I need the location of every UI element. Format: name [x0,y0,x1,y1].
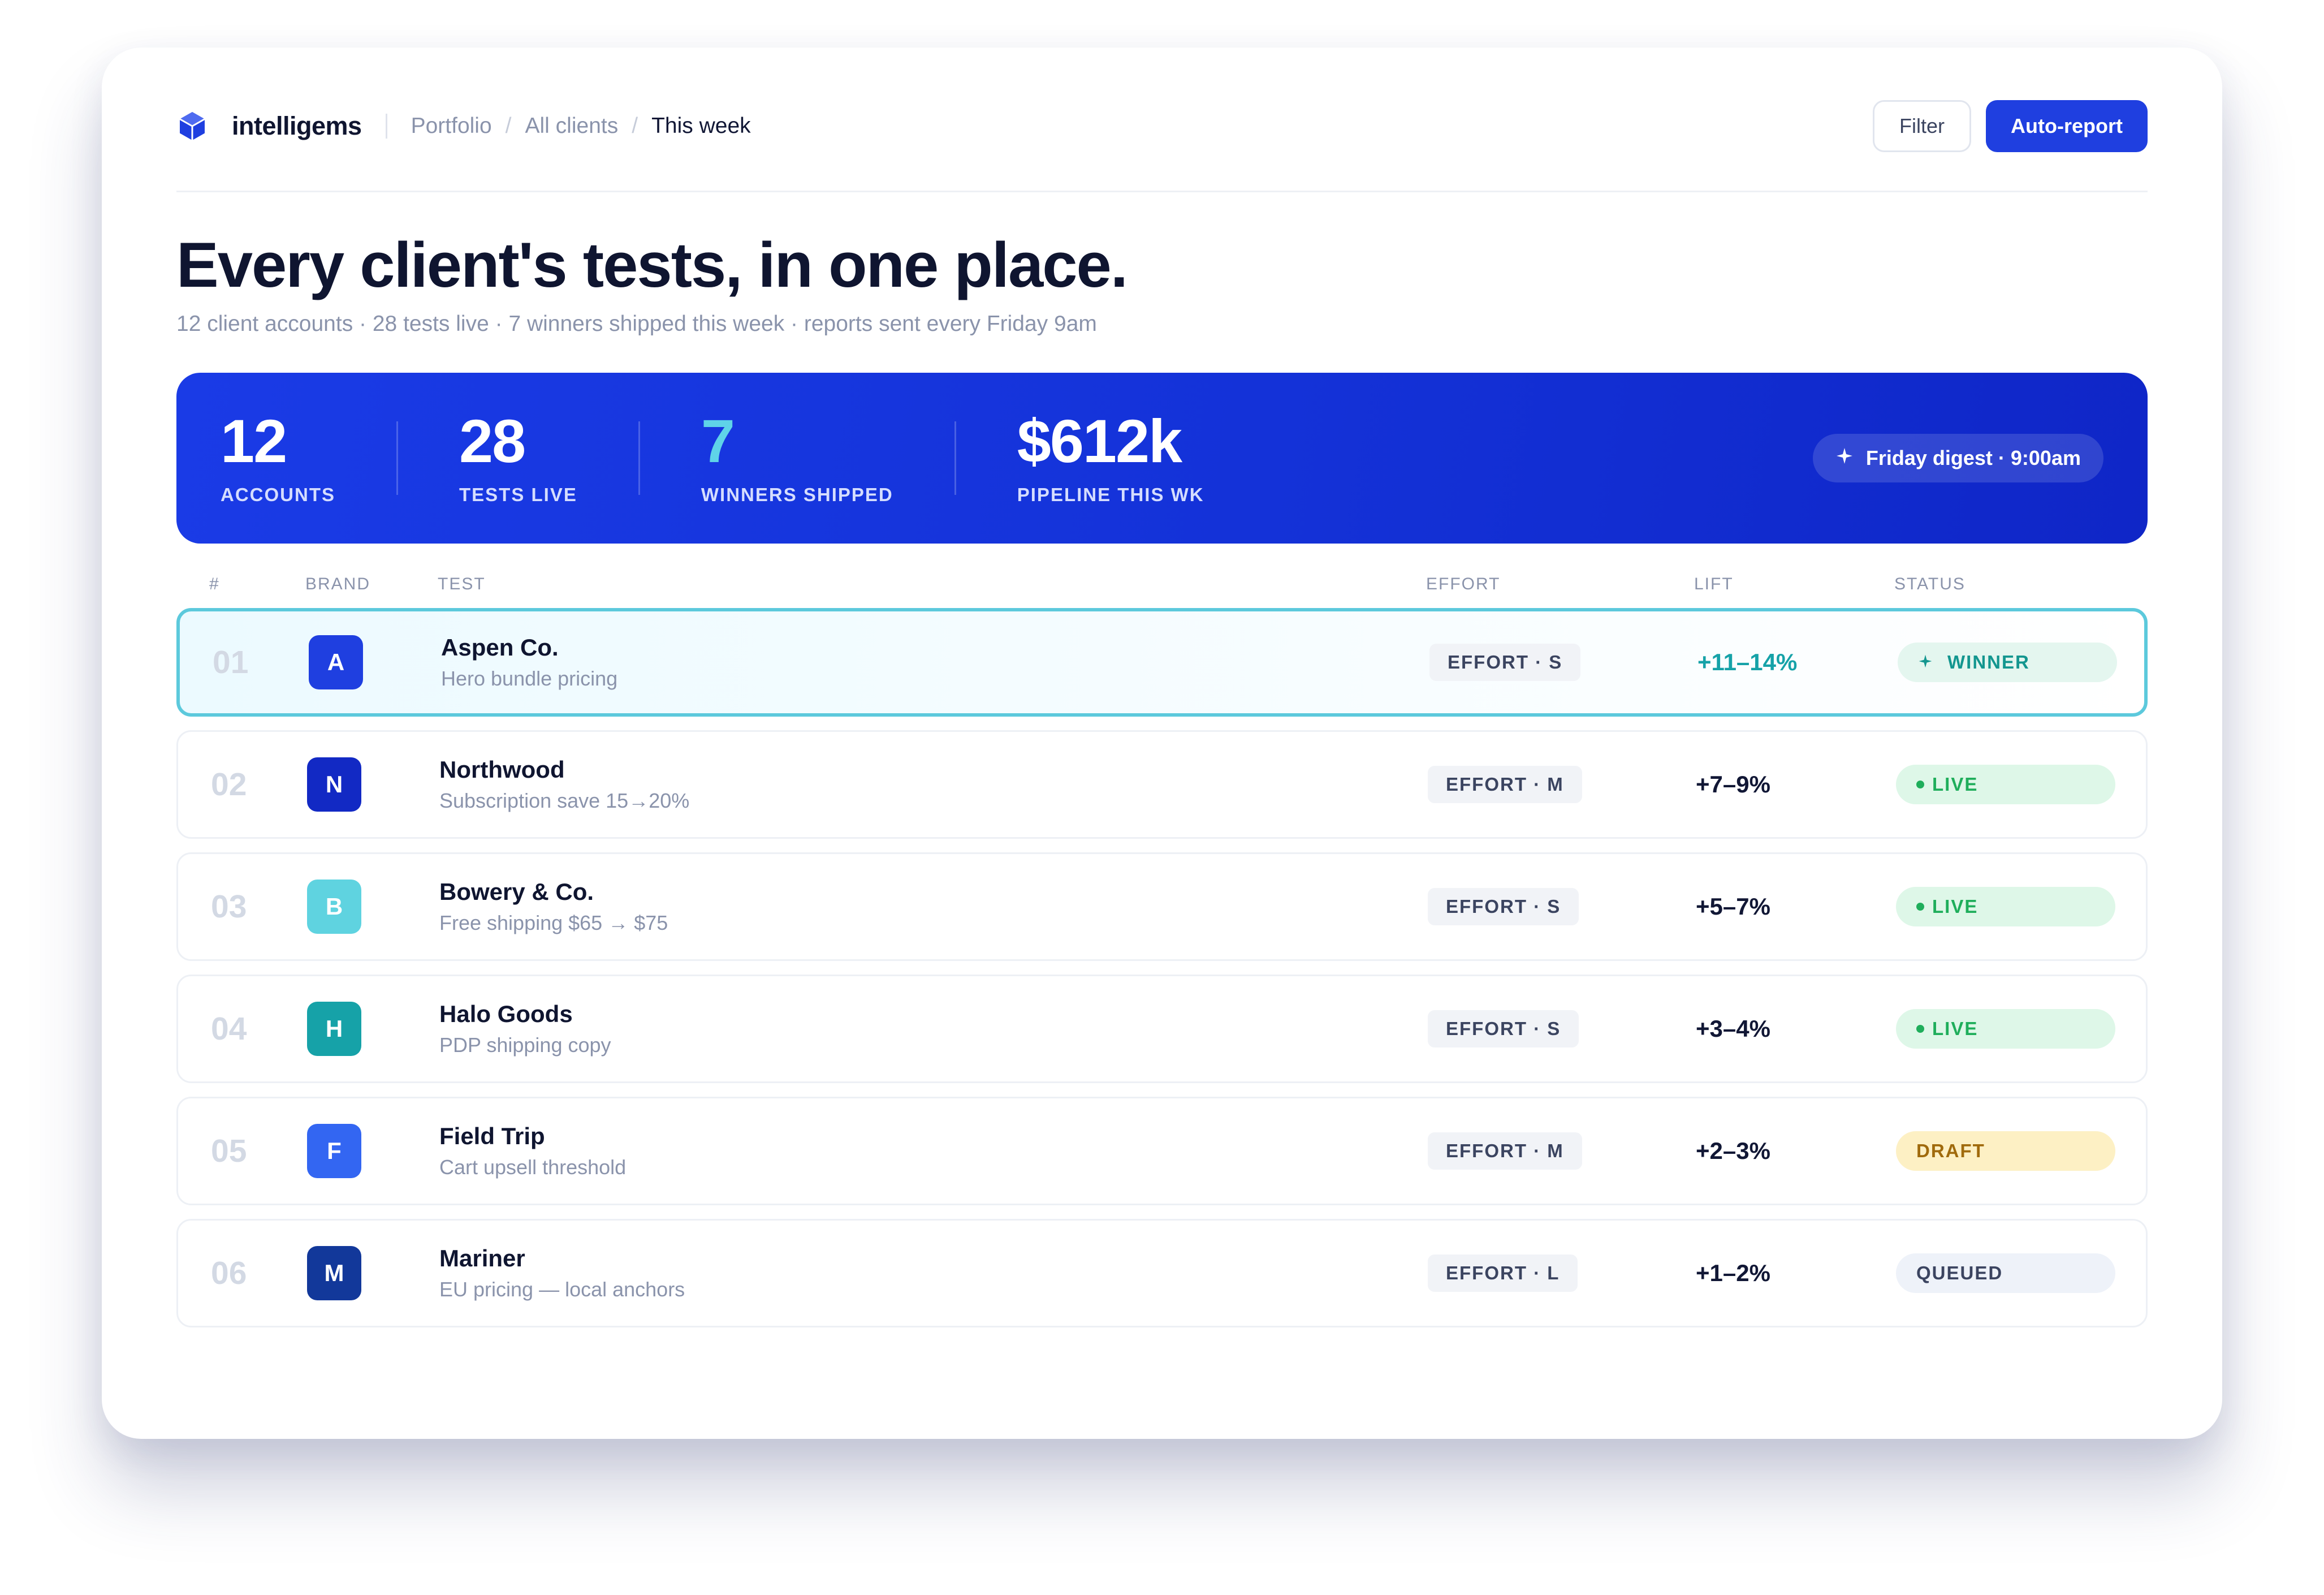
stat-label: ACCOUNTS [221,484,335,505]
effort-badge: EFFORT · M [1428,1132,1582,1170]
stat-value: 28 [459,407,526,475]
brand-avatar: N [307,757,361,812]
live-dot-icon [1916,781,1924,788]
stat-pipeline: $612k PIPELINE THIS WK [1017,411,1204,506]
divider [385,113,387,139]
column-header-test: TEST [438,575,486,593]
table-row[interactable]: 06 M Mariner EU pricing — local anchors … [176,1219,2148,1327]
client-table: 01 A Aspen Co. Hero bundle pricing EFFOR… [176,608,2148,1327]
brand-name: Mariner [439,1245,525,1271]
status-label: QUEUED [1916,1262,2003,1283]
test-name: Subscription save 15→20% [439,789,690,812]
brand-avatar: F [307,1124,361,1178]
top-bar: intelligems Portfolio / All clients / Th… [176,48,2148,192]
table-row[interactable]: 04 H Halo Goods PDP shipping copy EFFORT… [176,975,2148,1083]
status-badge: QUEUED [1896,1253,2115,1293]
test-name: PDP shipping copy [439,1033,611,1057]
status-badge: LIVE [1896,765,2115,804]
table-row[interactable]: 03 B Bowery & Co. Free shipping $65 → $7… [176,852,2148,961]
brand-avatar: B [307,880,361,934]
stat-divider [638,421,640,495]
row-number: 05 [211,1133,247,1169]
status-badge: DRAFT [1896,1131,2115,1171]
breadcrumb-this-week: This week [651,113,751,138]
table-header: # BRAND TEST EFFORT LIFT STATUS [176,573,2148,596]
lift-value: +2–3% [1696,1137,1770,1164]
brand-avatar: H [307,1002,361,1056]
stat-value: 7 [701,407,735,475]
effort-badge: EFFORT · S [1428,1010,1579,1047]
stat-label: TESTS LIVE [459,484,577,505]
row-number: 04 [211,1011,247,1047]
brand-name: Bowery & Co. [439,878,594,905]
stat-tests-live: 28 TESTS LIVE [459,411,577,506]
brand-name: Field Trip [439,1123,545,1149]
row-number: 06 [211,1255,247,1291]
status-label: LIVE [1932,1018,1979,1039]
test-name: Cart upsell threshold [439,1156,627,1179]
lift-value: +5–7% [1696,893,1770,920]
sparkle-icon [1835,446,1854,470]
brand-name: Northwood [439,756,565,783]
status-label: WINNER [1947,652,2030,673]
breadcrumb-all-clients[interactable]: All clients [525,114,619,139]
filter-button[interactable]: Filter [1873,100,1972,152]
effort-badge: EFFORT · M [1428,766,1582,803]
page-title: Every client's tests, in one place. [176,230,1128,300]
lift-value: +11–14% [1697,649,1798,675]
lift-value: +3–4% [1696,1015,1770,1042]
stats-banner: 12 ACCOUNTS 28 TESTS LIVE 7 WINNERS SHIP… [176,373,2148,544]
table-row[interactable]: 05 F Field Trip Cart upsell threshold EF… [176,1097,2148,1205]
cube-logo-icon [176,110,208,142]
brand-avatar: A [309,635,363,689]
friday-digest-badge[interactable]: Friday digest · 9:00am [1812,434,2103,482]
column-header-effort: EFFORT [1426,575,1501,593]
row-number: 02 [211,766,247,803]
breadcrumb-separator: / [505,113,512,138]
live-dot-icon [1916,903,1924,911]
brand-name: intelligems [232,111,362,140]
breadcrumb-portfolio[interactable]: Portfolio [411,114,492,139]
brand-avatar: M [307,1246,361,1300]
table-row[interactable]: 01 A Aspen Co. Hero bundle pricing EFFOR… [176,608,2148,717]
test-name: Free shipping $65 → $75 [439,911,668,934]
test-name: Hero bundle pricing [441,667,618,690]
brand-name: Aspen Co. [441,634,559,661]
digest-label: Friday digest · 9:00am [1865,446,2081,469]
stat-label: PIPELINE THIS WK [1017,484,1204,505]
stat-value: 12 [221,407,287,475]
sparkle-icon [1918,652,1933,674]
page-subtitle: 12 client accounts · 28 tests live · 7 w… [176,312,1097,336]
breadcrumb-separator: / [632,113,638,138]
status-badge: LIVE [1896,887,2115,926]
stat-value: $612k [1017,407,1182,475]
status-badge: LIVE [1896,1009,2115,1049]
test-name: EU pricing — local anchors [439,1278,685,1301]
status-badge: WINNER [1898,643,2117,682]
stat-divider [954,421,956,495]
status-label: LIVE [1932,896,1979,917]
column-header-brand: BRAND [305,575,371,593]
lift-value: +7–9% [1696,771,1770,797]
lift-value: +1–2% [1696,1260,1770,1286]
status-label: LIVE [1932,774,1979,795]
effort-badge: EFFORT · L [1428,1255,1578,1292]
stat-label: WINNERS SHIPPED [701,484,893,505]
effort-badge: EFFORT · S [1429,644,1581,681]
live-dot-icon [1916,1025,1924,1033]
auto-report-button[interactable]: Auto-report [1986,100,2148,152]
stat-divider [396,421,398,495]
column-header-lift: LIFT [1694,575,1734,593]
table-row[interactable]: 02 N Northwood Subscription save 15→20% … [176,730,2148,839]
stat-accounts: 12 ACCOUNTS [221,411,335,506]
stat-winners-shipped: 7 WINNERS SHIPPED [701,411,893,506]
app-window: intelligems Portfolio / All clients / Th… [102,48,2222,1439]
row-number: 03 [211,889,247,925]
column-header-num: # [209,575,220,593]
status-label: DRAFT [1916,1140,1985,1161]
row-number: 01 [213,644,249,680]
column-header-status: STATUS [1894,575,1966,593]
effort-badge: EFFORT · S [1428,888,1579,925]
brand-name: Halo Goods [439,1001,573,1027]
